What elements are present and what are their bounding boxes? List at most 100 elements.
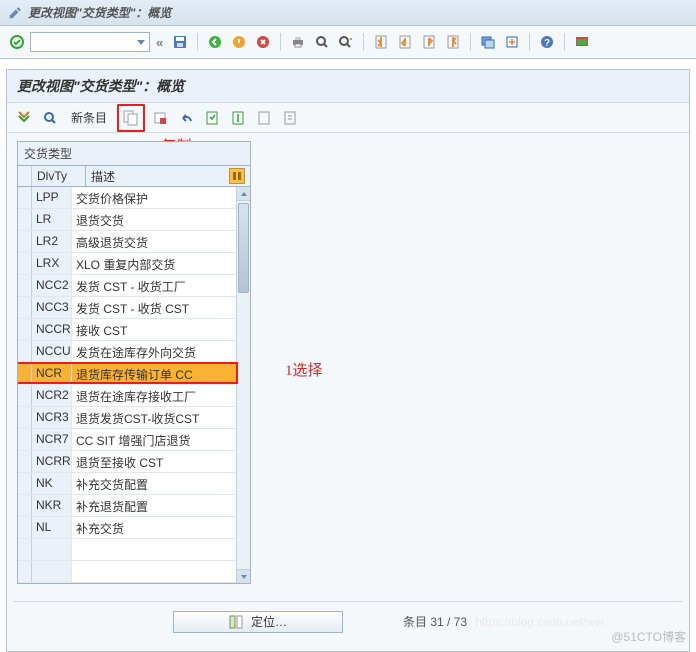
scroll-down-icon[interactable] [237,569,250,583]
row-selector[interactable] [18,297,32,318]
cell-desc[interactable] [72,561,250,582]
row-selector[interactable] [18,407,32,428]
table-settings-icon[interactable] [229,168,245,184]
save-icon[interactable] [169,31,191,53]
cell-desc[interactable]: 补充交货 [72,517,250,538]
cell-desc[interactable]: 退货交货 [72,209,250,230]
table-row[interactable]: NCR退货库存传输订单 CC [18,363,250,385]
command-input[interactable] [30,32,150,52]
cell-desc[interactable]: 补充退货配置 [72,495,250,516]
row-selector[interactable] [18,253,32,274]
cell-desc[interactable]: 高级退货交货 [72,231,250,252]
cell-desc[interactable]: 补充交货配置 [72,473,250,494]
table-row[interactable]: NCR7CC SIT 增强门店退货 [18,429,250,451]
row-selector[interactable] [18,363,32,384]
expand-all-icon[interactable] [13,107,35,129]
find-icon[interactable] [311,31,333,53]
table-row[interactable]: LR2高级退货交货 [18,231,250,253]
row-selector[interactable] [18,319,32,340]
table-row[interactable]: NCR3退货发货CST-收货CST [18,407,250,429]
cell-code[interactable]: NCC3 [32,297,72,318]
column-header-desc[interactable]: 描述 [86,166,250,186]
cell-desc[interactable]: 退货在途库存接收工厂 [72,385,250,406]
enter-icon[interactable] [6,31,28,53]
new-session-icon[interactable] [477,31,499,53]
cell-desc[interactable]: 退货发货CST-收货CST [72,407,250,428]
collapse-toolbar-icon[interactable]: « [152,35,167,50]
cell-desc[interactable]: 交货价格保护 [72,187,250,208]
last-page-icon[interactable] [442,31,464,53]
cell-code[interactable]: NK [32,473,72,494]
first-page-icon[interactable] [370,31,392,53]
cell-desc[interactable]: 退货至接收 CST [72,451,250,472]
cell-code[interactable]: LRX [32,253,72,274]
delete-icon[interactable] [149,107,171,129]
table-row[interactable]: LPP交货价格保护 [18,187,250,209]
row-selector[interactable] [18,187,32,208]
cell-code[interactable]: LR2 [32,231,72,252]
cell-code[interactable]: NCRR [32,451,72,472]
row-selector[interactable] [18,495,32,516]
scroll-up-icon[interactable] [237,187,250,201]
row-selector[interactable] [18,429,32,450]
cell-desc[interactable]: 退货库存传输订单 CC [72,363,250,384]
row-selector[interactable] [18,385,32,406]
row-selector[interactable] [18,275,32,296]
cell-desc[interactable]: 接收 CST [72,319,250,340]
table-row[interactable]: NCCU发货在途库存外向交货 [18,341,250,363]
table-row[interactable] [18,539,250,561]
undo-icon[interactable] [175,107,197,129]
scroll-thumb[interactable] [238,203,249,293]
cell-desc[interactable]: 发货在途库存外向交货 [72,341,250,362]
table-row[interactable] [18,561,250,583]
row-selector[interactable] [18,517,32,538]
cell-code[interactable]: LPP [32,187,72,208]
table-row[interactable]: LRXXLO 重复内部交货 [18,253,250,275]
help-icon[interactable]: ? [536,31,558,53]
cell-code[interactable]: NCR [32,363,72,384]
cell-code[interactable]: NCR2 [32,385,72,406]
print-std-icon[interactable] [279,107,301,129]
cell-code[interactable]: NCCR [32,319,72,340]
row-selector[interactable] [18,539,32,560]
table-row[interactable]: NK补充交货配置 [18,473,250,495]
cell-code[interactable]: NL [32,517,72,538]
cell-code[interactable]: NKR [32,495,72,516]
table-row[interactable]: NL补充交货 [18,517,250,539]
table-row[interactable]: LR退货交货 [18,209,250,231]
cell-desc[interactable] [72,539,250,560]
cell-code[interactable]: NCR7 [32,429,72,450]
position-button[interactable]: 定位… [173,611,343,633]
exit-icon[interactable] [228,31,250,53]
next-page-icon[interactable] [418,31,440,53]
cell-code[interactable]: NCR3 [32,407,72,428]
cell-desc[interactable]: 发货 CST - 收货工厂 [72,275,250,296]
print-icon[interactable] [287,31,309,53]
cell-code[interactable]: LR [32,209,72,230]
table-row[interactable]: NCR2退货在途库存接收工厂 [18,385,250,407]
table-row[interactable]: NCC3发货 CST - 收货 CST [18,297,250,319]
column-header-code[interactable]: DlvTy [32,166,86,186]
cell-code[interactable] [32,539,72,560]
cell-desc[interactable]: 发货 CST - 收货 CST [72,297,250,318]
row-selector-header[interactable] [18,166,32,186]
cell-code[interactable]: NCC2 [32,275,72,296]
select-all-icon[interactable] [201,107,223,129]
vertical-scrollbar[interactable] [236,187,250,583]
table-row[interactable]: NCC2发货 CST - 收货工厂 [18,275,250,297]
cancel-icon[interactable] [252,31,274,53]
row-selector[interactable] [18,561,32,582]
table-row[interactable]: NCRR退货至接收 CST [18,451,250,473]
deselect-all-icon[interactable] [253,107,275,129]
cell-code[interactable] [32,561,72,582]
cell-code[interactable]: NCCU [32,341,72,362]
back-icon[interactable] [204,31,226,53]
new-entries-button[interactable]: 新条目 [65,107,113,128]
copy-as-icon[interactable] [120,107,142,129]
cell-desc[interactable]: CC SIT 增强门店退货 [72,429,250,450]
row-selector[interactable] [18,209,32,230]
row-selector[interactable] [18,341,32,362]
table-row[interactable]: NCCR接收 CST [18,319,250,341]
find-next-icon[interactable] [335,31,357,53]
shortcut-icon[interactable] [501,31,523,53]
